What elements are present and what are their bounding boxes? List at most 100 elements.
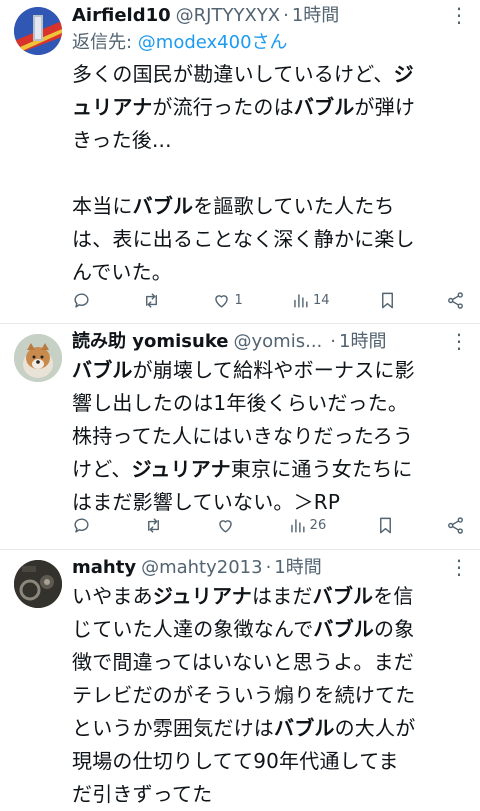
highlighted-keyword: バブル (72, 358, 133, 382)
avatar[interactable] (14, 334, 62, 382)
bookmark-button[interactable] (378, 291, 398, 310)
tweet-text: バブルが崩壊して給料やボーナスに影響し出したのは1年後くらいだった。 株持ってた人… (72, 354, 468, 519)
text-segment: 現場の仕切りしてて90年代通してま (72, 749, 399, 773)
tweet-text-line: じていた人達の象徴なんでバブルの象 (72, 613, 468, 646)
user-handle[interactable]: @mahty2013 (141, 556, 263, 580)
share-icon (448, 291, 463, 309)
reply-button[interactable] (72, 291, 94, 310)
text-segment: 本当に (72, 194, 133, 218)
tweet-text-line: テレビだのがそういう煽りを続けてた (72, 679, 468, 712)
tweet-text-line: んでいた。 (72, 256, 468, 289)
user-handle[interactable]: @yomis... (234, 330, 323, 354)
text-segment: んでいた。 (72, 260, 172, 284)
display-name[interactable]: 読み助 yomisuke (72, 330, 229, 354)
tweet-text-line: 本当にバブルを謳歌していた人たち (72, 190, 468, 223)
text-segment: というか雰囲気だけは (72, 716, 274, 740)
bookmark-button[interactable] (376, 516, 396, 535)
reply-icon (74, 517, 89, 533)
avatar[interactable] (14, 7, 62, 55)
views-chart-icon (290, 518, 305, 533)
display-name[interactable]: mahty (72, 556, 136, 580)
tweet-header: Airfield10 @RJTYYXYX · 1時間 (72, 4, 468, 28)
more-options-icon[interactable]: ⋮ (449, 556, 469, 578)
tweet-text-line: いやまあジュリアナはまだバブルを信 (72, 580, 468, 613)
tweet-text: いやまあジュリアナはまだバブルを信 じていた人達の象徴なんでバブルの象 徴で間違って… (72, 580, 468, 811)
text-segment: 株持ってた人にはいきなりだったろう (72, 424, 414, 448)
highlighted-keyword: バブル (274, 716, 335, 740)
share-button[interactable] (446, 516, 466, 535)
text-segment: はまだ影響していない。＞RP (72, 490, 341, 514)
like-button[interactable] (216, 516, 238, 535)
text-segment: は、表に出ることなく深く静かに楽し (72, 227, 415, 251)
tweet[interactable]: 読み助 yomisuke @yomis... · 1時間 ⋮ バブルが崩壊して給… (0, 324, 480, 550)
highlighted-keyword: バブル (132, 194, 194, 218)
airfield-logo-icon (14, 7, 62, 55)
tweet-text-line: ュリアナが流行ったのはバブルが弾け (72, 91, 468, 124)
text-segment: はまだ (252, 584, 313, 608)
tweet-text-line (72, 157, 468, 190)
user-handle[interactable]: @RJTYYXYX (176, 4, 280, 28)
tweet[interactable]: Airfield10 @RJTYYXYX · 1時間 ⋮ 返信先: @modex… (0, 0, 480, 324)
separator-dot: · (330, 331, 336, 352)
tweet-header: mahty @mahty2013 · 1時間 (72, 556, 468, 580)
tweet-text-line: は、表に出ることなく深く静かに楽し (72, 223, 468, 256)
highlighted-keyword: ジュリアナ (131, 457, 231, 481)
highlighted-keyword: バブル (312, 584, 374, 608)
highlighted-keyword: ジ (393, 62, 414, 86)
tweet-text-line: 響し出したのは1年後くらいだった。 (72, 387, 468, 420)
text-segment: 多くの国民が勘違いしているけど、 (72, 62, 394, 86)
text-segment: の象 (374, 617, 415, 641)
retweet-button[interactable] (142, 291, 164, 310)
text-segment: 響し出したのは1年後くらいだった。 (72, 391, 409, 415)
text-segment: じていた人達の象徴なんで (72, 617, 314, 641)
text-segment: きった後... (72, 128, 172, 152)
tweet-text: 多くの国民が勘違いしているけど、ジュリアナが流行ったのはバブルが弾けきった後..… (72, 58, 468, 289)
like-button[interactable]: 1 (212, 291, 243, 310)
tweet-text-line: バブルが崩壊して給料やボーナスに影 (72, 354, 468, 387)
reply-to-line: 返信先: @modex400さん (72, 30, 468, 56)
separator-dot: · (283, 5, 289, 26)
more-options-icon[interactable]: ⋮ (449, 4, 469, 26)
highlighted-keyword: バブル (313, 617, 375, 641)
text-segment: いやまあ (72, 584, 153, 608)
text-segment: を信 (373, 584, 414, 608)
reply-to-handle[interactable]: @modex400さん (138, 32, 288, 53)
views-button[interactable]: 26 (288, 516, 327, 535)
tweet-header: 読み助 yomisuke @yomis... · 1時間 (72, 330, 468, 354)
tweet-text-line: 徴で間違ってはいないと思うよ。まだ (72, 646, 468, 679)
view-count: 26 (309, 517, 327, 533)
retweet-button[interactable] (144, 516, 166, 535)
views-button[interactable]: 14 (291, 291, 330, 310)
highlighted-keyword: ュリアナ (72, 95, 153, 119)
share-button[interactable] (446, 291, 466, 310)
tweet-text-line: というか雰囲気だけはバブルの大人が (72, 712, 468, 745)
timestamp[interactable]: 1時間 (292, 4, 339, 28)
dog-photo-icon (14, 334, 62, 382)
bookmark-icon (381, 292, 393, 308)
timestamp[interactable]: 1時間 (339, 330, 386, 354)
like-count: 1 (234, 292, 243, 308)
reply-button[interactable] (72, 516, 94, 535)
text-segment: けど、 (72, 457, 132, 481)
retweet-icon (146, 292, 158, 308)
timestamp[interactable]: 1時間 (274, 556, 321, 580)
display-name[interactable]: Airfield10 (72, 4, 171, 28)
more-options-icon[interactable]: ⋮ (449, 330, 469, 352)
avatar[interactable] (14, 560, 62, 608)
tweet[interactable]: mahty @mahty2013 · 1時間 ⋮ いやまあジュリアナはまだバブル… (0, 550, 480, 806)
action-bar: 26 (72, 512, 466, 538)
highlighted-keyword: バブル (293, 95, 355, 119)
tweet-text-line: 株持ってた人にはいきなりだったろう (72, 420, 468, 453)
action-bar: 1 14 (72, 287, 466, 313)
text-segment: だ引きずってた (72, 782, 213, 806)
share-icon (448, 516, 463, 534)
separator-dot: · (265, 557, 272, 578)
text-segment: テレビだのがそういう煽りを続けてた (72, 683, 416, 707)
bookmark-icon (380, 517, 392, 533)
highlighted-keyword: ジュリアナ (152, 584, 253, 608)
text-segment: が弾け (354, 95, 416, 119)
text-segment: が崩壊して給料やボーナスに影 (132, 358, 415, 382)
heart-icon (219, 519, 232, 533)
text-segment (72, 161, 79, 185)
tweet-text-line: きった後... (72, 124, 468, 157)
